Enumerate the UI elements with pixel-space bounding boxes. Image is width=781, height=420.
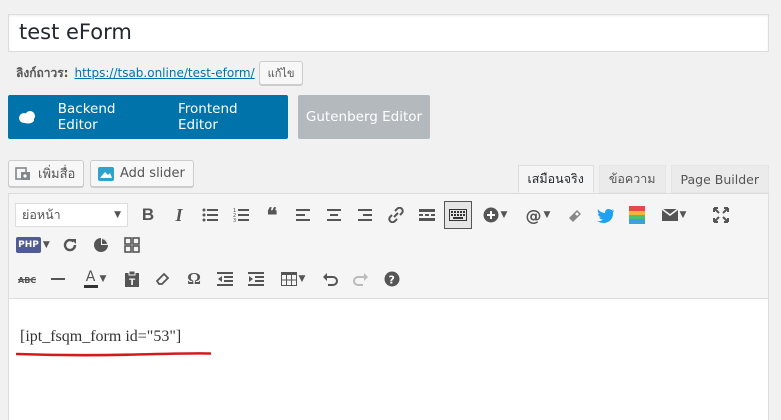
annotation-underline [16,352,211,357]
format-select-value: ย่อหน้า [22,207,61,222]
permalink-url-link[interactable]: https://tsab.online/test-eform/ [74,66,254,80]
toolbar-row-2: PHP ▼ [13,230,149,260]
undo-icon[interactable] [316,265,344,293]
read-more-icon[interactable] [413,201,441,229]
bullet-list-icon[interactable] [196,201,224,229]
indent-icon[interactable] [242,265,270,293]
table-color-icon[interactable] [623,201,651,229]
add-slider-label: Add slider [120,166,185,181]
align-right-icon[interactable] [351,201,379,229]
redo-icon[interactable] [347,265,375,293]
clear-formatting-icon[interactable] [149,265,177,293]
tab-visual[interactable]: เสมือนจริง [517,165,594,193]
twitter-icon[interactable] [592,201,620,229]
align-left-icon[interactable] [289,201,317,229]
slider-icon [97,166,115,182]
blockquote-icon[interactable]: ❝ [258,201,286,229]
paste-text-icon[interactable]: T [118,265,146,293]
toolbar-row-3: ABC A ▼ T Ω ▼ ? [13,264,409,294]
builder-logo-icon[interactable] [8,110,46,124]
special-character-icon[interactable]: Ω [180,265,208,293]
tab-page-builder[interactable]: Page Builder [670,165,769,193]
pie-chart-icon[interactable] [87,231,115,259]
bold-icon[interactable]: B [134,201,162,229]
text-color-icon[interactable]: A ▼ [75,265,115,293]
frontend-editor-button[interactable]: Frontend Editor [166,95,288,139]
toolbar-toggle-icon[interactable] [444,201,472,229]
editor-toolbar: ย่อหน้า ▼ B I 123 ❝ ▼ @ ▼ ▼ PHP ▼ ABC A … [9,194,768,299]
strikethrough-icon[interactable]: ABC [13,265,41,293]
insert-plus-icon[interactable]: ▼ [475,201,515,229]
help-icon[interactable]: ? [378,265,406,293]
permalink-edit-button[interactable]: แก้ไข [258,61,304,85]
fullscreen-icon[interactable] [707,201,735,229]
permalink-row: ลิงก์ถาวร: https://tsab.online/test-efor… [16,61,304,85]
svg-text:3: 3 [233,218,236,222]
align-center-icon[interactable] [320,201,348,229]
italic-icon[interactable]: I [165,201,193,229]
php-badge: PHP [16,237,41,253]
media-icon [15,166,33,182]
php-icon[interactable]: PHP ▼ [13,231,53,259]
link-icon[interactable] [382,201,410,229]
tab-text[interactable]: ข้อความ [598,165,666,193]
shortcode-at-icon[interactable]: @ ▼ [518,201,558,229]
refresh-icon[interactable] [56,231,84,259]
add-media-label: เพิ่มสื่อ [38,167,76,182]
editor-tabs: เสมือนจริง ข้อความ Page Builder [517,165,769,193]
editor-content-shortcode[interactable]: [ipt_fsqm_form id="53"] [20,328,181,346]
svg-text:ABC: ABC [18,276,36,285]
svg-text:?: ? [389,274,395,287]
numbered-list-icon[interactable]: 123 [227,201,255,229]
grid-icon[interactable] [118,231,146,259]
mail-icon[interactable]: ▼ [654,201,694,229]
svg-text:T: T [129,278,136,287]
table-icon[interactable]: ▼ [273,265,313,293]
editor-area: ย่อหน้า ▼ B I 123 ❝ ▼ @ ▼ ▼ PHP ▼ ABC A … [8,193,769,420]
backend-editor-button[interactable]: Backend Editor [46,95,166,139]
gallery-icon[interactable] [561,201,589,229]
add-slider-button[interactable]: Add slider [90,160,194,187]
post-title-input[interactable]: test eForm [8,14,769,52]
gutenberg-editor-button[interactable]: Gutenberg Editor [298,95,430,139]
horizontal-rule-icon[interactable] [44,265,72,293]
outdent-icon[interactable] [211,265,239,293]
format-select[interactable]: ย่อหน้า ▼ [15,203,128,227]
add-media-button[interactable]: เพิ่มสื่อ [8,160,85,187]
page-builder-bar: Backend Editor Frontend Editor [8,95,288,139]
toolbar-row-1: ย่อหน้า ▼ B I 123 ❝ ▼ @ ▼ ▼ [13,200,738,230]
chevron-down-icon: ▼ [114,210,121,220]
permalink-label: ลิงก์ถาวร: [16,65,69,80]
